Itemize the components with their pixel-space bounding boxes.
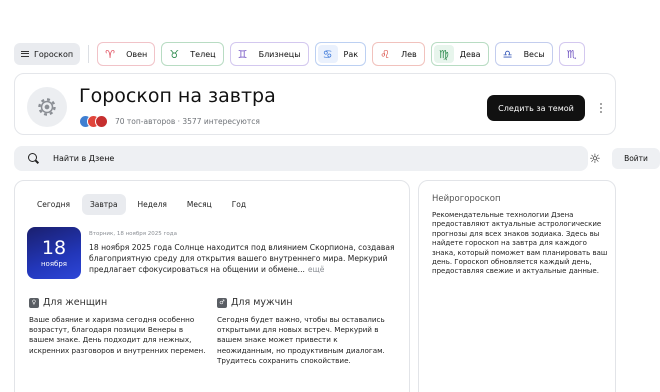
men-section-text: Сегодня будет важно, чтобы вы оставались… (217, 315, 385, 365)
neuro-horoscope-card: Нейрогороскоп Рекомендательные технологи… (418, 180, 616, 392)
zodiac-chip-label: Весы (523, 49, 545, 59)
page-title: Гороскоп на завтра (79, 85, 276, 107)
zodiac-sign-icon: ♎ (497, 45, 518, 63)
zodiac-sign-icon: ♏ (561, 45, 582, 63)
zodiac-sign-icon: ♌ (375, 45, 396, 63)
side-card-text: Рекомендательные технологии Дзена предос… (432, 211, 608, 276)
date-badge-day: 18 (41, 237, 67, 259)
nav-divider (88, 45, 90, 63)
period-tabs: Сегодня Завтра Неделя Месяц Год (29, 194, 254, 215)
avatar (95, 115, 108, 128)
channel-header-card: Гороскоп на завтра 70 топ-авторов · 3577… (14, 73, 616, 135)
follow-topic-button[interactable]: Следить за темой (487, 95, 585, 121)
zodiac-chip-label: Телец (190, 49, 216, 59)
zodiac-chip-label: Овен (126, 49, 148, 59)
men-section-title: Для мужчин (231, 297, 293, 308)
zodiac-chip-label: Лев (401, 49, 417, 59)
zodiac-chip[interactable]: ♏ (558, 42, 585, 66)
tab-period[interactable]: Год (224, 194, 254, 215)
zodiac-chip[interactable]: ♊ Близнецы (229, 42, 309, 66)
tab-period[interactable]: Сегодня (29, 194, 78, 215)
gear-icon (38, 98, 56, 116)
post-body: 18 ноября 2025 года Солнце находится под… (89, 243, 395, 274)
zodiac-chip[interactable]: ♋ Рак (314, 42, 367, 66)
date-badge: 18 ноября (27, 227, 81, 279)
zodiac-chip[interactable]: ♌ Лев (372, 42, 425, 66)
search-input[interactable]: Найти в Дзене (53, 154, 114, 163)
sun-icon[interactable]: ☼ (588, 152, 602, 167)
horoscope-menu-button[interactable]: Гороскоп (14, 43, 81, 65)
male-icon: ♂ (217, 297, 227, 308)
men-section: ♂ Для мужчин Сегодня будет важно, чтобы … (217, 297, 393, 366)
zodiac-chip[interactable]: ♍ Дева (430, 42, 489, 66)
channel-meta-text[interactable]: 70 топ-авторов · 3577 интересуются (115, 117, 260, 126)
menu-icon (21, 51, 29, 57)
read-more-link[interactable]: ещё (308, 265, 325, 274)
zodiac-sign-list: ♈ Овен ♉ Телец ♊ Близнецы ♋ Рак ♌ Лев ♍ Дева ♎ Весы ♏ (97, 42, 585, 66)
female-icon: ♀ (29, 297, 39, 308)
zodiac-chip[interactable]: ♈ Овен (97, 42, 156, 66)
zodiac-chip[interactable]: ♎ Весы (494, 42, 553, 66)
search-bar[interactable]: Найти в Дзене (14, 146, 588, 171)
post-text: 18 ноября 2025 года Солнце находится под… (89, 242, 401, 275)
channel-meta: 70 топ-авторов · 3577 интересуются (79, 115, 260, 128)
zodiac-chip-label: Дева (459, 49, 481, 59)
zodiac-sign-icon: ♍ (433, 45, 454, 63)
search-icon (28, 153, 39, 164)
author-avatars[interactable] (79, 115, 109, 128)
women-section: ♀ Для женщин Ваше обаяние и харизма сего… (29, 297, 209, 356)
women-section-title: Для женщин (43, 297, 108, 308)
horoscope-card: Сегодня Завтра Неделя Месяц Год 18 ноября Вт… (14, 180, 410, 392)
zodiac-chip[interactable]: ♉ Телец (161, 42, 224, 66)
date-badge-month: ноября (40, 260, 68, 268)
women-section-text: Ваше обаяние и харизма сегодня особенно … (29, 315, 206, 355)
tab-period[interactable]: Неделя (130, 194, 175, 215)
zodiac-sign-icon: ♈ (100, 45, 121, 63)
login-button[interactable]: Войти (612, 148, 660, 169)
post-date: Вторник, 18 ноября 2025 года (89, 231, 177, 237)
tab-period[interactable]: Месяц (179, 194, 220, 215)
tab-period[interactable]: Завтра (81, 194, 126, 215)
zodiac-sign-icon: ♋ (317, 45, 338, 63)
zodiac-sign-icon: ♉ (164, 45, 185, 63)
more-options-icon[interactable] (595, 98, 607, 118)
zodiac-sign-icon: ♊ (232, 45, 253, 63)
horoscope-menu-label: Гороскоп (34, 49, 74, 59)
men-section-header: ♂ Для мужчин (217, 297, 393, 308)
side-card-title: Нейрогороскоп (432, 194, 501, 204)
channel-logo (27, 87, 67, 127)
zodiac-chip-label: Близнецы (258, 49, 301, 59)
zodiac-chip-label: Рак (343, 49, 359, 59)
women-section-header: ♀ Для женщин (29, 297, 209, 308)
zodiac-nav: Гороскоп ♈ Овен ♉ Телец ♊ Близнецы ♋ Рак ♌ Лев ♍ Де… (14, 42, 660, 66)
